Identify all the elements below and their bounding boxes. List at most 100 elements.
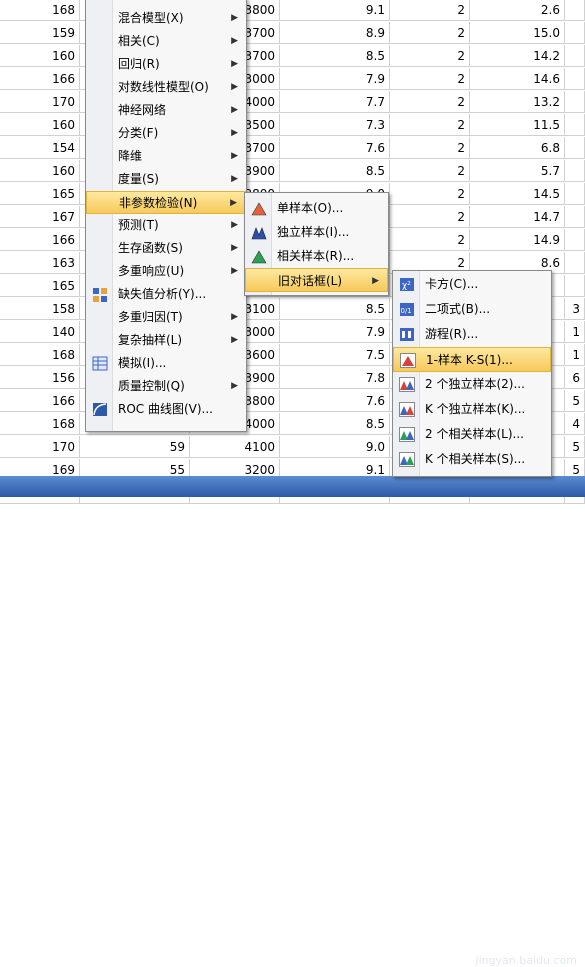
table-cell[interactable] <box>565 160 585 182</box>
menu-item[interactable]: 非参数检验(N) ▶ <box>86 191 246 214</box>
menu-item[interactable]: 混合模型(X) ▶ <box>86 7 246 30</box>
table-cell[interactable]: 13.2 <box>470 91 565 113</box>
table-cell[interactable]: 2 <box>390 183 470 205</box>
menu-item[interactable]: 预测(T) ▶ <box>86 214 246 237</box>
menu-item[interactable]: 神经网络 ▶ <box>86 99 246 122</box>
table-cell[interactable]: 160 <box>0 45 80 67</box>
table-cell[interactable]: 7.9 <box>280 321 390 343</box>
menu-item[interactable]: K 个独立样本(K)... <box>393 397 551 422</box>
table-cell[interactable]: 156 <box>0 367 80 389</box>
table-cell[interactable]: 168 <box>0 0 80 21</box>
table-cell[interactable]: 7.9 <box>280 68 390 90</box>
menu-item[interactable]: 降维 ▶ <box>86 145 246 168</box>
table-cell[interactable]: 166 <box>0 229 80 251</box>
table-cell[interactable]: 11.5 <box>470 114 565 136</box>
table-cell[interactable]: 166 <box>0 390 80 412</box>
table-cell[interactable]: 5 <box>565 436 585 458</box>
menu-item[interactable]: ROC 曲线图(V)... <box>86 398 246 421</box>
table-cell[interactable]: 165 <box>0 183 80 205</box>
table-cell[interactable]: 2 <box>390 229 470 251</box>
table-cell[interactable] <box>565 206 585 228</box>
menu-item[interactable]: 多重响应(U) ▶ <box>86 260 246 283</box>
table-cell[interactable]: 6 <box>565 367 585 389</box>
table-cell[interactable]: 158 <box>0 298 80 320</box>
menu-item[interactable]: 质量控制(Q) ▶ <box>86 375 246 398</box>
menu-item[interactable]: 相关样本(R)... <box>245 244 388 268</box>
menu-item[interactable]: 分类(F) ▶ <box>86 122 246 145</box>
table-cell[interactable]: 1 <box>565 321 585 343</box>
table-cell[interactable]: 2 <box>390 22 470 44</box>
table-cell[interactable]: 7.8 <box>280 367 390 389</box>
table-cell[interactable]: 154 <box>0 137 80 159</box>
table-cell[interactable] <box>565 45 585 67</box>
table-cell[interactable] <box>565 275 585 297</box>
menu-item[interactable]: 多重归因(T) ▶ <box>86 306 246 329</box>
table-cell[interactable]: 5 <box>565 390 585 412</box>
table-cell[interactable]: 8.9 <box>280 22 390 44</box>
menu-item[interactable]: 相关(C) ▶ <box>86 30 246 53</box>
table-cell[interactable]: 59 <box>80 436 190 458</box>
table-cell[interactable] <box>565 183 585 205</box>
table-cell[interactable]: 8.5 <box>280 160 390 182</box>
table-cell[interactable]: 4 <box>565 413 585 435</box>
table-cell[interactable]: 2.6 <box>470 0 565 21</box>
menu-item[interactable]: 生存函数(S) ▶ <box>86 237 246 260</box>
menu-item[interactable]: 单样本(O)... <box>245 196 388 220</box>
menu-item[interactable]: 回归(R) ▶ <box>86 53 246 76</box>
table-cell[interactable]: 14.7 <box>470 206 565 228</box>
table-cell[interactable]: 2 <box>390 91 470 113</box>
table-cell[interactable]: 140 <box>0 321 80 343</box>
table-cell[interactable]: 9.1 <box>280 0 390 21</box>
table-cell[interactable] <box>565 22 585 44</box>
table-cell[interactable]: 160 <box>0 160 80 182</box>
menu-item[interactable]: 1-样本 K-S(1)... <box>393 347 551 372</box>
menu-item[interactable]: K 个相关样本(S)... <box>393 447 551 472</box>
table-cell[interactable]: 9.0 <box>280 436 390 458</box>
table-cell[interactable]: 4100 <box>190 436 280 458</box>
table-cell[interactable]: 7.6 <box>280 137 390 159</box>
table-cell[interactable]: 7.5 <box>280 344 390 366</box>
table-cell[interactable]: 8.5 <box>280 45 390 67</box>
table-cell[interactable]: 2 <box>390 68 470 90</box>
table-cell[interactable]: 7.6 <box>280 390 390 412</box>
table-cell[interactable]: 168 <box>0 413 80 435</box>
table-cell[interactable]: 166 <box>0 68 80 90</box>
table-cell[interactable]: 3 <box>565 298 585 320</box>
menu-item[interactable]: 2 个独立样本(2)... <box>393 372 551 397</box>
table-cell[interactable]: 170 <box>0 436 80 458</box>
table-cell[interactable]: 170 <box>0 91 80 113</box>
menu-item[interactable]: 缺失值分析(Y)... <box>86 283 246 306</box>
menu-item[interactable]: 复杂抽样(L) ▶ <box>86 329 246 352</box>
menu-item[interactable]: χ² 卡方(C)... <box>393 272 551 297</box>
menu-item[interactable]: 度量(S) ▶ <box>86 168 246 191</box>
table-cell[interactable]: 163 <box>0 252 80 274</box>
table-cell[interactable]: 2 <box>390 206 470 228</box>
table-cell[interactable]: 8.5 <box>280 413 390 435</box>
table-cell[interactable]: 2 <box>390 160 470 182</box>
menu-item[interactable]: 旧对话框(L) ▶ <box>245 268 388 292</box>
menu-item[interactable]: 独立样本(I)... <box>245 220 388 244</box>
table-cell[interactable]: 160 <box>0 114 80 136</box>
table-cell[interactable]: 14.6 <box>470 68 565 90</box>
table-cell[interactable]: 2 <box>390 0 470 21</box>
table-cell[interactable]: 159 <box>0 22 80 44</box>
menu-item[interactable]: 2 个相关样本(L)... <box>393 422 551 447</box>
table-cell[interactable] <box>565 229 585 251</box>
table-cell[interactable]: 167 <box>0 206 80 228</box>
table-cell[interactable] <box>565 68 585 90</box>
table-cell[interactable]: 14.2 <box>470 45 565 67</box>
table-cell[interactable]: 7.3 <box>280 114 390 136</box>
menu-item[interactable]: 对数线性模型(O) ▶ <box>86 76 246 99</box>
table-cell[interactable] <box>565 252 585 274</box>
table-cell[interactable]: 2 <box>390 45 470 67</box>
table-cell[interactable]: 2 <box>390 137 470 159</box>
table-cell[interactable]: 5.7 <box>470 160 565 182</box>
table-cell[interactable]: 1 <box>565 344 585 366</box>
table-cell[interactable]: 2 <box>390 114 470 136</box>
table-cell[interactable]: 165 <box>0 275 80 297</box>
table-cell[interactable] <box>565 137 585 159</box>
table-cell[interactable]: 7.7 <box>280 91 390 113</box>
table-cell[interactable]: 8.5 <box>280 298 390 320</box>
menu-item[interactable]: 模拟(I)... <box>86 352 246 375</box>
table-cell[interactable]: 15.0 <box>470 22 565 44</box>
